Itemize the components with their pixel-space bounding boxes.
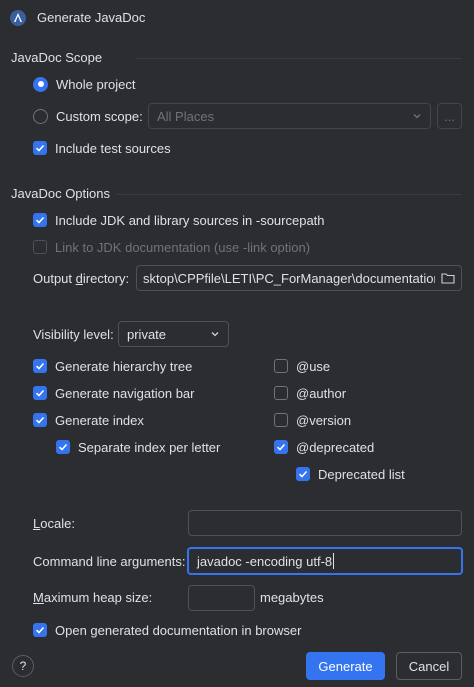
checkbox-label: @author bbox=[296, 385, 347, 401]
checkbox-checked[interactable] bbox=[33, 141, 47, 155]
checkbox-checked[interactable] bbox=[33, 623, 47, 637]
version-tag-checkbox[interactable]: @version bbox=[274, 410, 351, 430]
radio-button-selected[interactable] bbox=[33, 76, 48, 92]
whole-project-label: Whole project bbox=[56, 76, 136, 92]
chevron-down-icon bbox=[210, 327, 220, 342]
checkbox-label: Generate hierarchy tree bbox=[55, 358, 193, 374]
custom-scope-label: Custom scope: bbox=[56, 108, 143, 124]
checkbox[interactable] bbox=[274, 413, 288, 427]
visibility-label: Visibility level: bbox=[33, 327, 114, 342]
deprecated-tag-checkbox[interactable]: @deprecated bbox=[274, 437, 374, 457]
text-cursor bbox=[333, 553, 335, 569]
checkbox-label: @deprecated bbox=[296, 439, 375, 455]
checkbox-label: Deprecated list bbox=[318, 466, 405, 482]
generate-navigation-bar-checkbox[interactable]: Generate navigation bar bbox=[33, 383, 194, 403]
generate-index-checkbox[interactable]: Generate index bbox=[33, 410, 144, 430]
whole-project-radio[interactable]: Whole project bbox=[33, 74, 135, 94]
options-separator bbox=[116, 194, 462, 195]
locale-input[interactable] bbox=[188, 510, 462, 536]
use-tag-checkbox[interactable]: @use bbox=[274, 356, 330, 376]
include-jdk-checkbox[interactable]: Include JDK and library sources in -sour… bbox=[33, 210, 325, 230]
include-jdk-label: Include JDK and library sources in -sour… bbox=[55, 212, 325, 228]
checkbox-checked[interactable] bbox=[33, 213, 47, 227]
visibility-dropdown[interactable]: private bbox=[118, 321, 229, 347]
heap-input[interactable] bbox=[188, 585, 255, 611]
checkbox-label: Generate index bbox=[55, 412, 144, 428]
author-tag-checkbox[interactable]: @author bbox=[274, 383, 346, 403]
heap-unit: megabytes bbox=[260, 590, 324, 605]
checkbox[interactable] bbox=[274, 386, 288, 400]
scope-section-title: JavaDoc Scope bbox=[11, 50, 103, 65]
generate-hierarchy-tree-checkbox[interactable]: Generate hierarchy tree bbox=[33, 356, 192, 376]
output-dir-field[interactable]: sktop\CPPfile\LETI\PC_ForManager\documen… bbox=[136, 265, 462, 291]
include-test-sources-checkbox[interactable]: Include test sources bbox=[33, 138, 171, 158]
cmd-args-input[interactable]: javadoc -encoding utf-8 bbox=[187, 547, 463, 575]
android-studio-icon bbox=[10, 10, 26, 26]
cmd-args-value: javadoc -encoding utf-8 bbox=[197, 553, 333, 569]
scope-separator bbox=[135, 58, 462, 59]
checkbox-disabled bbox=[33, 240, 47, 254]
checkbox-label: Separate index per letter bbox=[78, 439, 221, 455]
help-button[interactable]: ? bbox=[12, 655, 34, 677]
checkbox-label: Generate navigation bar bbox=[55, 385, 195, 401]
link-jdk-checkbox: Link to JDK documentation (use -link opt… bbox=[33, 237, 310, 257]
output-dir-value: sktop\CPPfile\LETI\PC_ForManager\documen… bbox=[143, 270, 435, 286]
deprecated-list-checkbox[interactable]: Deprecated list bbox=[296, 464, 405, 484]
heap-label: Maximum heap size: bbox=[33, 590, 153, 605]
checkbox-label: @use bbox=[296, 358, 331, 374]
chevron-down-icon bbox=[412, 109, 422, 124]
separate-index-checkbox[interactable]: Separate index per letter bbox=[56, 437, 220, 457]
custom-scope-dropdown: All Places bbox=[148, 103, 431, 129]
custom-scope-browse-button: ... bbox=[437, 103, 462, 129]
checkbox-checked[interactable] bbox=[56, 440, 70, 454]
link-jdk-label: Link to JDK documentation (use -link opt… bbox=[55, 239, 311, 255]
open-browser-label: Open generated documentation in browser bbox=[55, 622, 302, 638]
custom-scope-value: All Places bbox=[157, 108, 215, 124]
checkbox-checked[interactable] bbox=[296, 467, 310, 481]
options-section-title: JavaDoc Options bbox=[11, 186, 110, 201]
cancel-button[interactable]: Cancel bbox=[396, 652, 462, 680]
folder-icon[interactable] bbox=[435, 266, 461, 290]
custom-scope-radio[interactable]: Custom scope: bbox=[33, 106, 143, 126]
include-test-sources-label: Include test sources bbox=[55, 140, 171, 156]
visibility-value: private bbox=[127, 326, 167, 342]
checkbox-checked[interactable] bbox=[33, 413, 47, 427]
open-browser-checkbox[interactable]: Open generated documentation in browser bbox=[33, 620, 301, 640]
output-dir-label: Output directory: bbox=[33, 271, 130, 286]
checkbox-checked[interactable] bbox=[274, 440, 288, 454]
cmd-args-label: Command line arguments: bbox=[33, 554, 186, 569]
locale-label: Locale: bbox=[33, 516, 75, 531]
checkbox-label: @version bbox=[296, 412, 352, 428]
checkbox-checked[interactable] bbox=[33, 386, 47, 400]
checkbox[interactable] bbox=[274, 359, 288, 373]
window-title: Generate JavaDoc bbox=[37, 10, 146, 25]
radio-button[interactable] bbox=[33, 108, 48, 124]
generate-button[interactable]: Generate bbox=[306, 652, 385, 680]
checkbox-checked[interactable] bbox=[33, 359, 47, 373]
